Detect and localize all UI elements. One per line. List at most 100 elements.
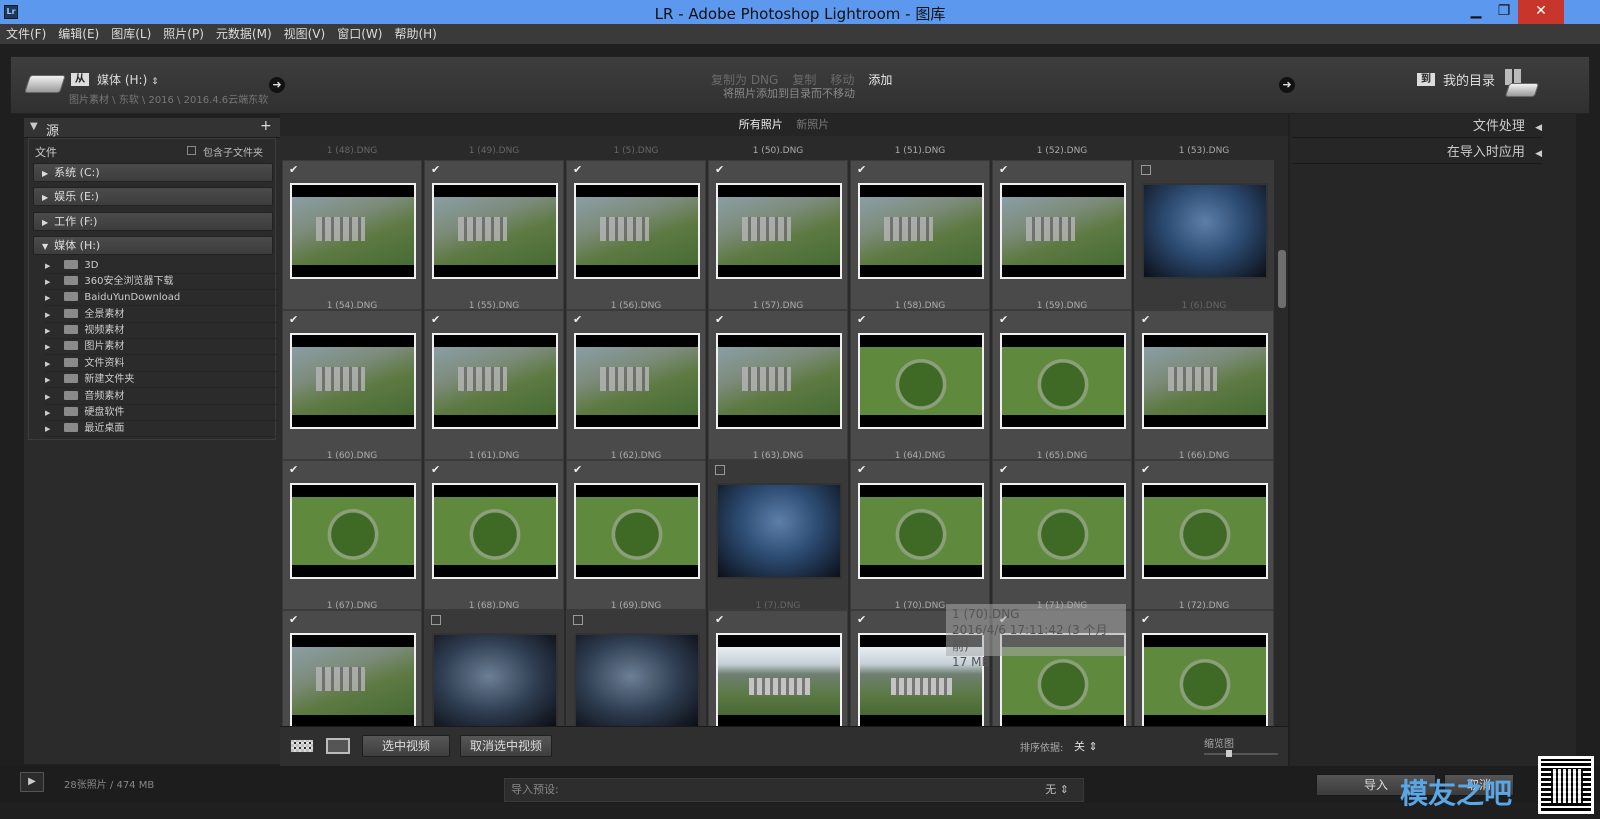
photo-thumbnail[interactable] (858, 483, 984, 579)
photo-cell[interactable]: ✔ (282, 610, 422, 726)
folder-item[interactable]: ▶ 3D (45, 258, 277, 274)
photo-checkbox[interactable]: ✔ (289, 614, 299, 625)
photo-thumbnail[interactable] (432, 183, 558, 279)
photo-checkbox[interactable]: ✔ (431, 314, 441, 325)
photo-thumbnail[interactable] (1142, 633, 1268, 726)
photo-cell[interactable]: ✔ (1134, 610, 1274, 726)
destination-arrow-icon[interactable]: ➜ (1279, 77, 1295, 93)
photo-cell[interactable]: ✔1 (71).DNG (992, 460, 1132, 611)
photo-thumbnail[interactable] (290, 633, 416, 726)
source-selector[interactable]: 媒体 (H:) ⇕ (97, 71, 159, 88)
folder-item[interactable]: ▶ 视频素材 (45, 323, 277, 339)
thumbnail-size-slider[interactable] (1204, 750, 1278, 757)
deselect-video-button[interactable]: 取消选中视频 (460, 735, 552, 757)
folder-item[interactable]: ▶ 图片素材 (45, 339, 277, 355)
slider-handle[interactable] (1226, 750, 1232, 757)
add-source-icon[interactable]: + (260, 118, 272, 134)
photo-thumbnail[interactable] (432, 633, 558, 726)
photo-thumbnail[interactable] (716, 633, 842, 726)
photo-checkbox[interactable]: ✔ (999, 164, 1009, 175)
import-preset[interactable]: 导入预设: 无 ⇕ (504, 778, 1084, 802)
folder-item[interactable]: ▶ 新建文件夹 (45, 372, 277, 388)
photo-cell[interactable]: ✔ 1 (65).DNG (992, 310, 1132, 461)
folder-item[interactable]: ▶ 硬盘软件 (45, 405, 277, 421)
photo-thumbnail[interactable] (1000, 333, 1126, 429)
photo-checkbox[interactable]: ✔ (857, 164, 867, 175)
photo-thumbnail[interactable] (858, 183, 984, 279)
include-subfolders-checkbox[interactable] (187, 146, 196, 155)
destination-catalog[interactable]: 我的目录 (1443, 70, 1495, 89)
folder-item[interactable]: ▶ 360安全浏览器下载 (45, 274, 277, 290)
photo-thumbnail[interactable] (574, 333, 700, 429)
photo-thumbnail[interactable] (1142, 483, 1268, 579)
photo-thumbnail[interactable] (1000, 483, 1126, 579)
photo-thumbnail[interactable] (574, 183, 700, 279)
photo-checkbox[interactable]: ✔ (289, 464, 299, 475)
photo-checkbox[interactable]: ✔ (1141, 314, 1151, 325)
photo-cell[interactable]: 1 (6).DNG (1134, 160, 1274, 311)
photo-cell[interactable]: ✔ 1 (57).DNG (708, 160, 848, 311)
photo-cell[interactable] (424, 610, 564, 726)
photo-checkbox[interactable]: ✔ (431, 464, 441, 475)
photo-checkbox[interactable]: ✔ (999, 314, 1009, 325)
photo-checkbox[interactable]: ✔ (1141, 464, 1151, 475)
photo-thumbnail[interactable] (290, 183, 416, 279)
menu-file[interactable]: 文件(F) (0, 24, 52, 44)
photo-checkbox[interactable]: ✔ (715, 314, 725, 325)
tab-new-photos[interactable]: 新照片 (796, 118, 829, 131)
tab-all-photos[interactable]: 所有照片 (739, 118, 783, 131)
folder-item[interactable]: ▶ 文件资料 (45, 356, 277, 372)
grid-scrollbar[interactable] (1278, 136, 1286, 726)
photo-thumbnail[interactable] (1142, 183, 1268, 279)
photo-cell[interactable]: 1 (7).DNG (708, 460, 848, 611)
loupe-view-icon[interactable] (326, 738, 350, 754)
menu-help[interactable]: 帮助(H) (388, 24, 442, 44)
source-arrow-icon[interactable]: ➜ (269, 77, 285, 93)
folder-item[interactable]: ▶ 最近桌面 (45, 421, 277, 437)
close-button[interactable]: ✕ (1518, 0, 1564, 24)
photo-cell[interactable] (566, 610, 706, 726)
photo-thumbnail[interactable] (574, 633, 700, 726)
apply-on-import-section[interactable]: 在导入时应用 ◀ (1292, 142, 1542, 164)
volume-e[interactable]: ▶ 娱乐 (E:) (33, 187, 273, 206)
photo-thumbnail[interactable] (432, 483, 558, 579)
photo-cell[interactable]: ✔ 1 (72).DNG (1134, 460, 1274, 611)
volume-c[interactable]: ▶ 系统 (C:) (33, 163, 273, 182)
photo-cell[interactable]: ✔ 1 (54).DNG (282, 160, 422, 311)
folder-item[interactable]: ▶ 全景素材 (45, 307, 277, 323)
photo-cell[interactable]: ✔ 1 (66).DNG (1134, 310, 1274, 461)
photo-checkbox[interactable]: ✔ (1141, 614, 1151, 625)
photo-checkbox[interactable]: ✔ (573, 314, 583, 325)
photo-thumbnail[interactable] (716, 483, 842, 579)
menu-window[interactable]: 窗口(W) (331, 24, 388, 44)
photo-thumbnail[interactable] (1142, 333, 1268, 429)
photo-cell[interactable]: ✔ 1 (59).DNG (992, 160, 1132, 311)
photo-thumbnail[interactable] (716, 183, 842, 279)
photo-checkbox[interactable]: ✔ (715, 614, 725, 625)
menu-metadata[interactable]: 元数据(M) (210, 24, 278, 44)
photo-cell[interactable]: ✔ 1 (58).DNG (850, 160, 990, 311)
grid-view-icon[interactable] (290, 739, 314, 753)
photo-checkbox[interactable]: ✔ (715, 164, 725, 175)
maximize-button[interactable]: ❐ (1490, 0, 1518, 24)
menu-photo[interactable]: 照片(P) (157, 24, 210, 44)
photo-checkbox[interactable]: ✔ (573, 164, 583, 175)
photo-thumbnail[interactable] (574, 483, 700, 579)
photo-cell[interactable]: ✔ 1 (67).DNG (282, 460, 422, 611)
minimize-button[interactable]: ▁ (1462, 0, 1490, 24)
photo-thumbnail[interactable] (858, 333, 984, 429)
select-video-button[interactable]: 选中视频 (362, 735, 450, 757)
source-panel-header[interactable]: ▼ 源 + (24, 118, 280, 139)
folder-item[interactable]: ▶ 音频素材 (45, 389, 277, 405)
photo-checkbox[interactable] (715, 465, 725, 475)
photo-thumbnail[interactable] (290, 333, 416, 429)
photo-thumbnail[interactable] (432, 333, 558, 429)
photo-cell[interactable]: ✔ (708, 610, 848, 726)
photo-cell[interactable]: ✔ 1 (62).DNG (566, 310, 706, 461)
photo-checkbox[interactable] (1141, 165, 1151, 175)
photo-thumbnail[interactable] (716, 333, 842, 429)
photo-checkbox[interactable]: ✔ (857, 464, 867, 475)
photo-cell[interactable]: ✔ 1 (68).DNG (424, 460, 564, 611)
photo-cell[interactable]: ✔ 1 (70).DNG (850, 460, 990, 611)
file-handling-section[interactable]: 文件处理 ◀ (1292, 116, 1542, 138)
